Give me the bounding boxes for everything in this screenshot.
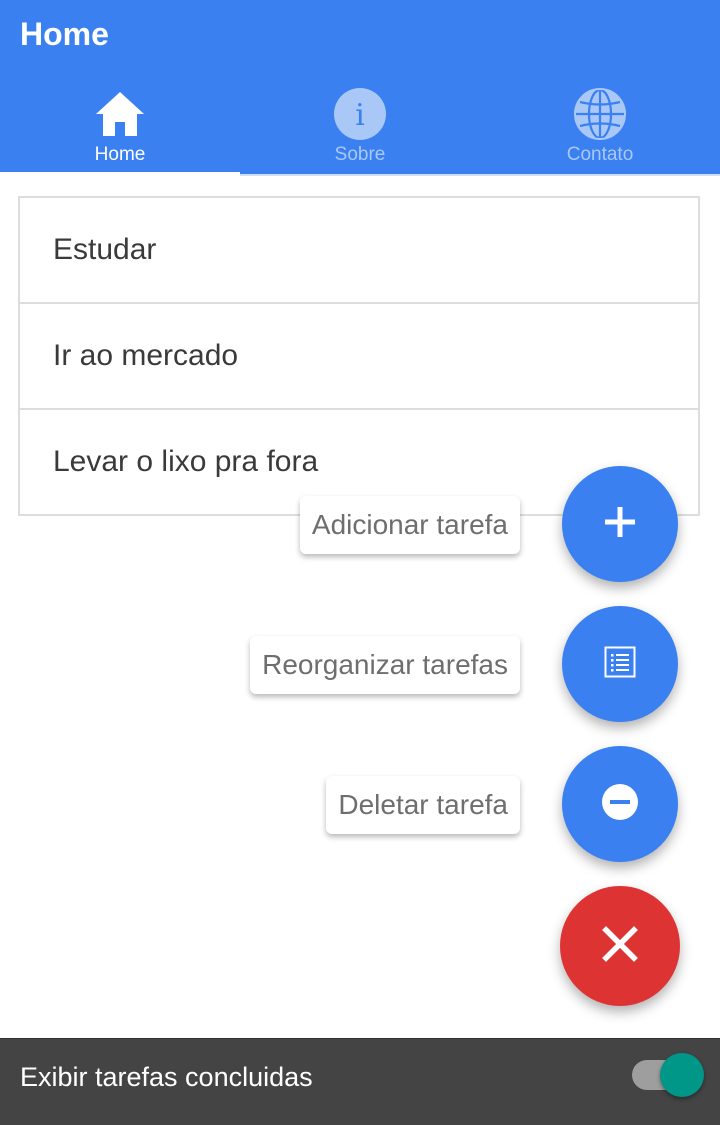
show-completed-toggle[interactable] (630, 1053, 706, 1097)
toggle-thumb (660, 1053, 704, 1097)
tab-contato-label: Contato (566, 144, 634, 165)
plus-icon (602, 504, 638, 545)
home-icon (92, 86, 148, 142)
show-completed-label: Exibir tarefas concluidas (20, 1062, 313, 1092)
list-icon (603, 645, 637, 684)
reorder-tasks-label[interactable]: Reorganizar tarefas (250, 636, 520, 694)
list-item[interactable]: Ir ao mercado (20, 304, 698, 410)
bottom-bar: Exibir tarefas concluidas (0, 1038, 720, 1125)
minus-circle-icon (601, 783, 639, 826)
svg-text:i: i (355, 98, 365, 133)
close-menu-button[interactable] (560, 886, 680, 1006)
tab-home[interactable]: Home (0, 80, 240, 176)
info-icon: i (332, 86, 388, 142)
delete-task-label[interactable]: Deletar tarefa (326, 776, 520, 834)
tab-divider (240, 174, 720, 176)
task-list: Estudar Ir ao mercado Levar o lixo pra f… (18, 196, 700, 516)
tab-indicator (0, 172, 240, 176)
tab-bar: Home i Sobre Contato (0, 80, 720, 176)
reorder-tasks-button[interactable] (562, 606, 678, 722)
delete-task-button[interactable] (562, 746, 678, 862)
globe-icon (572, 86, 628, 142)
close-icon (600, 924, 640, 969)
add-task-button[interactable] (562, 466, 678, 582)
list-item[interactable]: Estudar (20, 198, 698, 304)
tab-home-label: Home (94, 144, 146, 165)
tab-contato[interactable]: Contato (480, 80, 720, 176)
tab-sobre[interactable]: i Sobre (240, 80, 480, 176)
app-bar: Home Home i Sobre Contato (0, 0, 720, 176)
tab-sobre-label: Sobre (334, 144, 386, 165)
add-task-label[interactable]: Adicionar tarefa (299, 496, 520, 554)
page-title: Home (20, 16, 109, 52)
